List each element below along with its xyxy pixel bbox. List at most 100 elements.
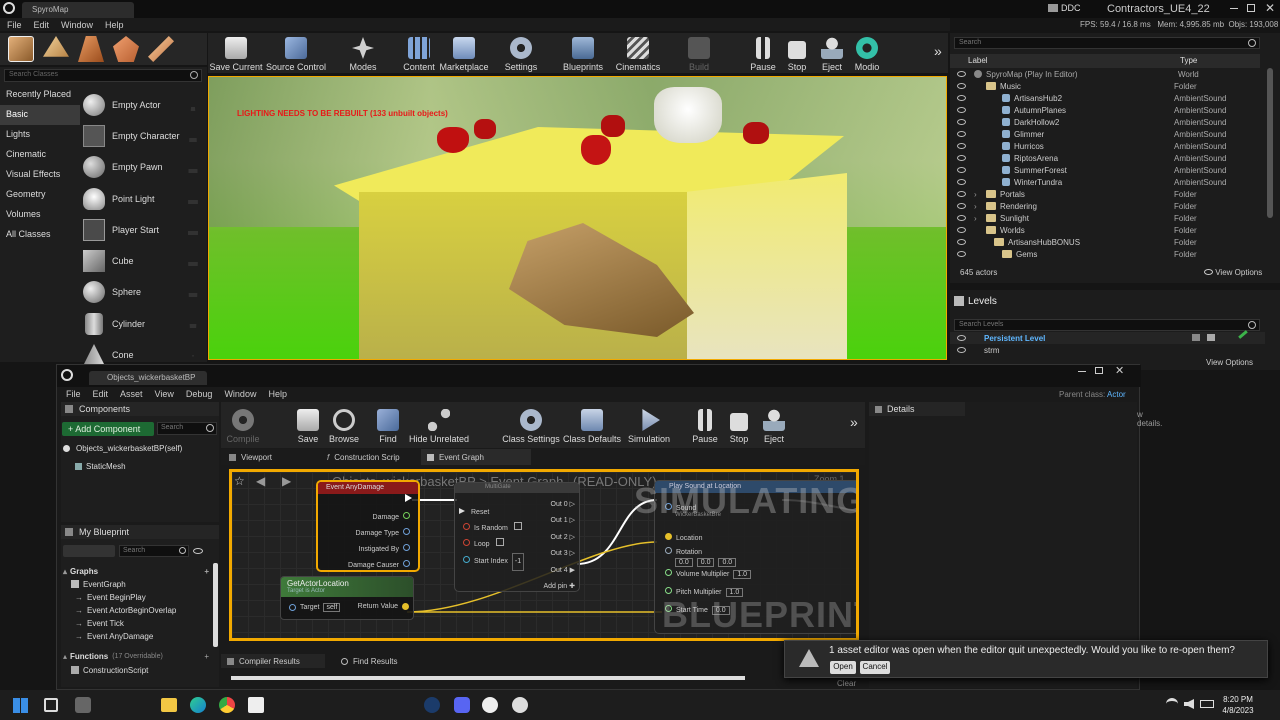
pin-out-2[interactable]: Out 2 ▷ <box>543 530 575 546</box>
levels-tab[interactable]: Levels <box>954 294 1014 308</box>
functions-section[interactable]: ▴ Functions (17 Overridable) + <box>63 650 213 662</box>
category-volumes[interactable]: Volumes <box>0 205 80 225</box>
add-function-icon[interactable]: + <box>204 652 209 661</box>
pin-rotation[interactable]: Rotation 0.0 0.0 0.0 <box>661 547 751 569</box>
outliner-row[interactable]: › Portals Folder <box>950 188 1270 200</box>
tab-find-results[interactable]: Find Results <box>335 654 425 668</box>
outliner-row[interactable]: ArtisansHub2 AmbientSound <box>950 92 1270 104</box>
discord-icon[interactable] <box>454 697 470 713</box>
pin-start-index[interactable]: Start Index -1 <box>459 553 525 571</box>
eye-icon[interactable] <box>957 107 966 113</box>
outliner-row[interactable]: › Sunlight Folder <box>950 212 1270 224</box>
rotation-x-field[interactable]: 0.0 <box>675 558 693 567</box>
category-cinematic[interactable]: Cinematic <box>0 145 80 165</box>
eject-button[interactable]: Eject <box>818 34 846 72</box>
maximize-button[interactable] <box>1247 4 1255 12</box>
bp-minimize-button[interactable] <box>1078 371 1086 372</box>
class-defaults-button[interactable]: Class Defaults <box>563 404 621 444</box>
ddc-indicator[interactable]: DDC <box>1048 3 1081 13</box>
outliner-row[interactable]: Hurricos AmbientSound <box>950 140 1270 152</box>
place-item-point-light[interactable]: Point Light <box>83 183 205 214</box>
pin-damage-type[interactable]: Damage Type <box>348 526 414 542</box>
menu-file[interactable]: File <box>7 20 22 30</box>
eye-icon[interactable] <box>957 131 966 137</box>
outliner-row[interactable]: AutumnPlanes AmbientSound <box>950 104 1270 116</box>
landscape-mode-icon[interactable] <box>78 36 104 62</box>
stop-button[interactable]: Stop <box>784 34 810 72</box>
exec-pin-icon[interactable] <box>405 494 412 502</box>
menu-help[interactable]: Help <box>105 20 124 30</box>
event-item[interactable]: → Event ActorBeginOverlap <box>75 604 215 617</box>
eye-icon[interactable] <box>957 179 966 185</box>
pin-damage-causer[interactable]: Damage Causer <box>348 558 414 574</box>
event-anydamage-node[interactable]: Event AnyDamage Damage Damage Type Insti… <box>316 480 420 572</box>
pin-damage[interactable]: Damage <box>348 510 414 526</box>
multigate-node[interactable]: MultiGate Reset Is Random Loop Start Ind… <box>454 482 580 592</box>
category-recently-placed[interactable]: Recently Placed <box>0 85 80 105</box>
levels-search-input[interactable]: Search Levels <box>954 319 1260 331</box>
clear-button[interactable]: Clear <box>837 679 856 688</box>
eye-icon[interactable] <box>957 335 966 341</box>
bp-menu-view[interactable]: View <box>155 389 174 399</box>
place-item-cylinder[interactable]: Cylinder <box>83 308 205 339</box>
cancel-button[interactable]: Cancel <box>860 661 890 674</box>
eye-icon[interactable] <box>957 155 966 161</box>
hide-unrelated-button[interactable]: Hide Unrelated <box>409 404 469 444</box>
bp-pause-button[interactable]: Pause <box>691 404 719 444</box>
widgets-icon[interactable] <box>75 697 91 713</box>
back-arrow-icon[interactable]: ◀ <box>256 474 265 488</box>
outliner-row[interactable]: WinterTundra AmbientSound <box>950 176 1270 188</box>
save-current-button[interactable]: Save Current <box>209 34 263 72</box>
outliner-row[interactable]: Glimmer AmbientSound <box>950 128 1270 140</box>
outliner-search-input[interactable]: Search <box>954 37 1260 49</box>
eye-icon[interactable] <box>957 71 966 77</box>
add-pin-button[interactable]: Add pin ✚ <box>543 579 575 595</box>
eye-icon[interactable] <box>957 143 966 149</box>
pin-is-random[interactable]: Is Random <box>459 521 524 537</box>
battery-icon[interactable] <box>1200 700 1214 708</box>
get-actor-location-node[interactable]: GetActorLocation Target is Actor Target … <box>280 576 414 620</box>
level-viewport[interactable]: LIGHTING NEEDS TO BE REBUILT (133 unbuil… <box>208 76 947 360</box>
details-tab[interactable]: Details <box>869 402 965 416</box>
graphs-section[interactable]: ▴ Graphs + <box>63 565 213 577</box>
eye-icon[interactable] <box>957 227 966 233</box>
minimize-button[interactable] <box>1230 8 1238 9</box>
browse-button[interactable]: Browse <box>327 404 361 444</box>
explorer-icon[interactable] <box>161 698 177 712</box>
eye-icon[interactable] <box>957 239 966 245</box>
parent-class-value[interactable]: Actor <box>1107 390 1126 399</box>
outliner-row[interactable]: DarkHollow2 AmbientSound <box>950 116 1270 128</box>
unreal-taskbar-icon[interactable] <box>482 697 498 713</box>
cinematics-button[interactable]: Cinematics <box>616 34 660 72</box>
place-item-sphere[interactable]: Sphere <box>83 277 205 308</box>
forward-arrow-icon[interactable]: ▶ <box>282 474 291 488</box>
build-button[interactable]: Build <box>684 34 714 72</box>
event-item[interactable]: → Event Tick <box>75 617 215 630</box>
place-item-empty-actor[interactable]: Empty Actor <box>83 89 205 120</box>
construction-script-item[interactable]: ConstructionScript <box>67 664 213 676</box>
clock[interactable]: 8:20 PM 4/8/2023 <box>1218 694 1258 716</box>
bp-stop-button[interactable]: Stop <box>727 404 751 444</box>
steam-icon[interactable] <box>424 697 440 713</box>
bp-menu-asset[interactable]: Asset <box>120 389 143 399</box>
modio-button[interactable]: Modio <box>852 34 882 72</box>
eye-icon[interactable] <box>957 83 966 89</box>
category-visual-effects[interactable]: Visual Effects <box>0 165 80 185</box>
place-item-empty-character[interactable]: Empty Character <box>83 120 205 151</box>
levels-view-options[interactable]: View Options <box>1206 358 1253 367</box>
tab-compiler-results[interactable]: Compiler Results <box>221 654 325 668</box>
epic-games-icon[interactable] <box>248 697 264 713</box>
pin-location[interactable]: Location <box>661 533 751 547</box>
column-type-header[interactable]: Type <box>1180 56 1197 65</box>
outliner-row[interactable]: SpyroMap (Play In Editor) World <box>950 68 1270 80</box>
category-lights[interactable]: Lights <box>0 125 80 145</box>
pin-out-1[interactable]: Out 1 ▷ <box>543 513 575 529</box>
eye-icon[interactable] <box>957 119 966 125</box>
pin-target[interactable]: Target self <box>285 603 341 612</box>
foliage-mode-icon[interactable] <box>113 36 139 62</box>
pin-reset[interactable]: Reset <box>459 505 524 521</box>
category-geometry[interactable]: Geometry <box>0 185 80 205</box>
bp-asset-tab[interactable]: Objects_wickerbasketBP <box>89 371 207 385</box>
category-all-classes[interactable]: All Classes <box>0 225 80 245</box>
rotation-z-field[interactable]: 0.0 <box>718 558 737 567</box>
